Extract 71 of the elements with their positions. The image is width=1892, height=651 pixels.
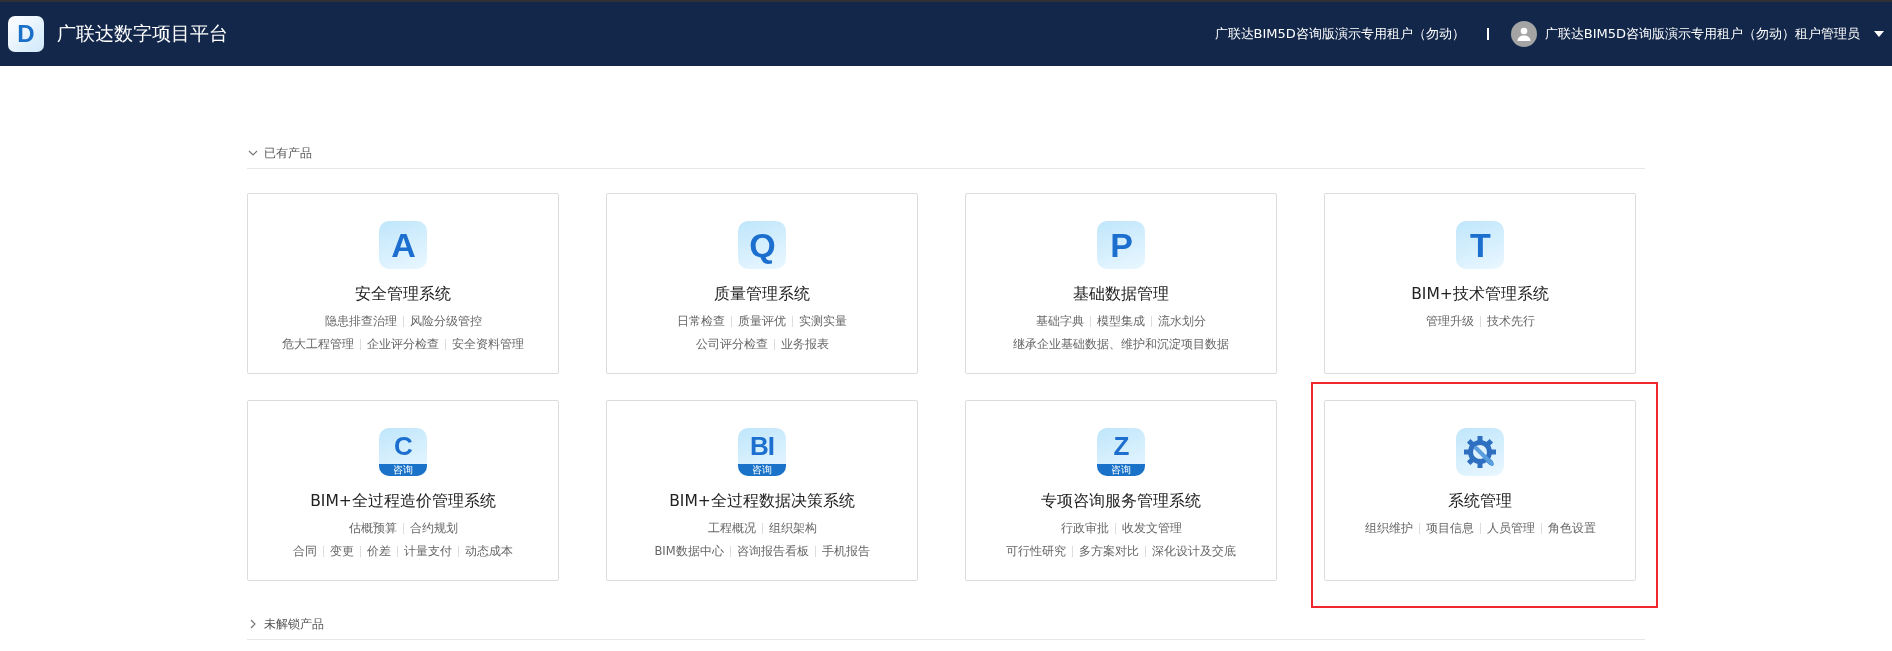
product-card[interactable]: P 基础数据管理 基础字典 模型集成 流水划分 继承企业基础数据、维护和沉淀项目数据 <box>965 193 1277 374</box>
feature-label: 业务报表 <box>780 337 829 352</box>
app-logo: D <box>8 16 44 52</box>
product-name: BIM+全过程数据决策系统 <box>669 491 855 512</box>
feature-label: 组织维护 <box>1364 521 1413 536</box>
feature-label: 继承企业基础数据、维护和沉淀项目数据 <box>1013 337 1229 352</box>
feature-label: 基础字典 <box>1036 314 1084 329</box>
feature-label: 隐患排查治理 <box>324 314 397 329</box>
product-card[interactable]: T BIM+技术管理系统 管理升级 技术先行 <box>1324 193 1636 374</box>
app-icon: Z 咨询 <box>1097 428 1145 476</box>
feature-label: 合约规划 <box>409 521 458 536</box>
product-card[interactable]: 系统管理 组织维护 项目信息 人员管理 角色设置 <box>1324 400 1636 581</box>
feature-label: 收发文管理 <box>1121 521 1182 536</box>
feature-label: BIM数据中心 <box>654 544 724 559</box>
section-header[interactable]: 已有产品 <box>247 138 1645 169</box>
product-name: 专项咨询服务管理系统 <box>1041 491 1201 512</box>
product-card[interactable]: C 咨询 BIM+全过程造价管理系统 估概预算 合约规划 合同 变更 价差 计量支付 动态成本 <box>247 400 559 581</box>
product-name: 质量管理系统 <box>714 284 810 305</box>
feature-label: 可行性研究 <box>1006 544 1066 559</box>
feature-label: 管理升级 <box>1425 314 1474 329</box>
feature-label: 深化设计及交底 <box>1152 544 1236 559</box>
platform-title: 广联达数字项目平台 <box>57 21 228 46</box>
feature-label: 工程概况 <box>707 521 756 536</box>
feature-label: 行政审批 <box>1060 521 1109 536</box>
gear-wrench-icon <box>1456 428 1504 476</box>
caret-icon[interactable] <box>1874 31 1884 37</box>
feature-label: 动态成本 <box>465 544 513 559</box>
user-name[interactable]: 广联达BIM5D咨询版演示专用租户（勿动）租户管理员 <box>1544 25 1860 43</box>
feature-label: 安全资料管理 <box>452 337 524 352</box>
app-icon: P <box>1097 221 1145 269</box>
product-name: 安全管理系统 <box>355 284 451 305</box>
product-name: BIM+全过程造价管理系统 <box>310 491 496 512</box>
feature-label: 模型集成 <box>1097 314 1145 329</box>
feature-label: 公司评分检查 <box>695 337 768 352</box>
product-card[interactable]: Q 质量管理系统 日常检查 质量评优 实测实量 公司评分检查 业务报表 <box>606 193 918 374</box>
feature-label: 手机报告 <box>821 544 870 559</box>
feature-label: 企业评分检查 <box>367 337 439 352</box>
feature-label: 项目信息 <box>1425 521 1474 536</box>
product-card[interactable]: Z 咨询 专项咨询服务管理系统 行政审批 收发文管理 可行性研究 多方案对比 深化设计及交底 <box>965 400 1277 581</box>
product-name: BIM+技术管理系统 <box>1411 284 1549 305</box>
feature-label: 质量评优 <box>738 314 786 329</box>
feature-label: 咨询报告看板 <box>736 544 809 559</box>
feature-label: 技术先行 <box>1486 314 1535 329</box>
section-header[interactable]: 未解锁产品 <box>247 609 1645 640</box>
feature-label: 流水划分 <box>1158 314 1206 329</box>
product-card[interactable]: BI 咨询 BIM+全过程数据决策系统 工程概况 组织架构 BIM数据中心 咨询报告看板 手机报告 <box>606 400 918 581</box>
feature-label: 变更 <box>330 544 354 559</box>
feature-label: 日常检查 <box>677 314 725 329</box>
feature-label: 人员管理 <box>1486 521 1535 536</box>
app-icon: T <box>1456 221 1504 269</box>
app-icon: BI 咨询 <box>738 428 786 476</box>
user-avatar-icon[interactable] <box>1510 21 1537 47</box>
feature-label: 多方案对比 <box>1079 544 1139 559</box>
product-card[interactable]: A 安全管理系统 隐患排查治理 风险分级管控 危大工程管理 企业评分检查 安全资料管理 <box>247 193 559 374</box>
app-icon: C 咨询 <box>379 428 427 476</box>
product-name: 系统管理 <box>1448 491 1512 512</box>
feature-label: 风险分级管控 <box>409 314 482 329</box>
app-icon: Q <box>738 221 786 269</box>
tenant-name: 广联达BIM5D咨询版演示专用租户（勿动） <box>1214 25 1465 43</box>
product-name: 基础数据管理 <box>1073 284 1169 305</box>
feature-label: 合同 <box>293 544 317 559</box>
feature-label: 实测实量 <box>799 314 847 329</box>
feature-label: 价差 <box>367 544 391 559</box>
section-title: 未解锁产品 <box>264 615 324 633</box>
feature-label: 估概预算 <box>348 521 397 536</box>
feature-label: 危大工程管理 <box>282 337 354 352</box>
feature-label: 角色设置 <box>1547 521 1596 536</box>
feature-label: 组织架构 <box>768 521 817 536</box>
feature-label: 计量支付 <box>404 544 452 559</box>
app-icon: A <box>379 221 427 269</box>
section-title: 已有产品 <box>264 144 312 162</box>
